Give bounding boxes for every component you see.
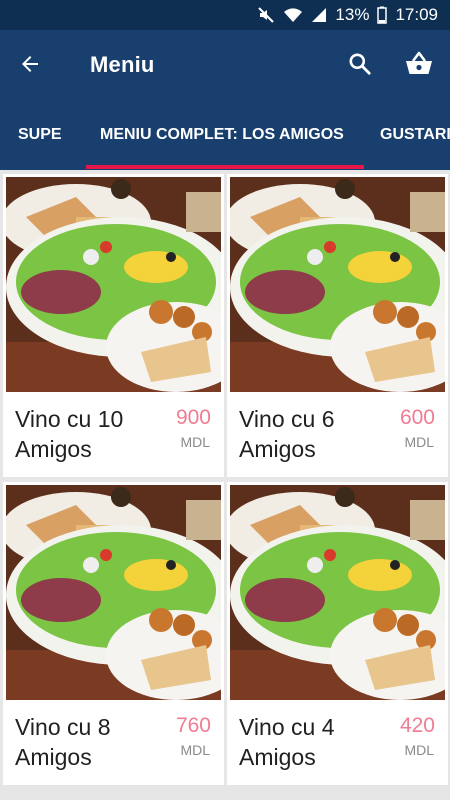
battery-icon	[377, 6, 388, 24]
arrow-back-icon	[18, 52, 42, 81]
battery-percentage: 13%	[335, 5, 370, 24]
tab-gustari[interactable]: GUSTARI	[380, 102, 450, 170]
item-price: 760	[175, 714, 211, 737]
status-icons: 13% 17:09	[257, 0, 438, 30]
item-currency: MDL	[180, 434, 210, 450]
item-name: Vino cu 4 Amigos	[239, 714, 335, 770]
item-currency: MDL	[180, 742, 210, 758]
basket-icon	[404, 50, 434, 83]
food-photo	[230, 177, 445, 392]
item-name: Vino cu 6 Amigos	[239, 406, 335, 462]
search-button[interactable]	[340, 46, 380, 86]
category-tabs: SUPE MENIU COMPLET: LOS AMIGOS GUSTARI	[0, 102, 450, 170]
cart-button[interactable]	[398, 46, 440, 86]
tab-indicator	[86, 165, 364, 169]
item-currency: MDL	[404, 742, 434, 758]
menu-item-card[interactable]: Vino cu 4 Amigos 420 MDL	[227, 482, 448, 785]
item-price: 900	[175, 406, 211, 429]
status-bar: 13% 17:09	[0, 0, 450, 30]
item-currency: MDL	[404, 434, 434, 450]
item-name: Vino cu 8 Amigos	[15, 714, 111, 770]
clock: 17:09	[395, 5, 438, 24]
item-price: 600	[399, 406, 435, 429]
food-photo	[6, 485, 221, 700]
menu-item-card[interactable]: Vino cu 6 Amigos 600 MDL	[227, 174, 448, 477]
mute-icon	[257, 6, 275, 24]
app-bar: Meniu	[0, 30, 450, 102]
wifi-icon	[283, 6, 303, 24]
item-price: 420	[399, 714, 435, 737]
search-icon	[347, 51, 373, 82]
menu-grid: Vino cu 10 Amigos 900 MDL Vino cu 6 Amig…	[0, 170, 450, 800]
page-title: Meniu	[90, 52, 155, 77]
tab-meniu-complet[interactable]: MENIU COMPLET: LOS AMIGOS	[100, 102, 344, 170]
menu-item-card[interactable]: Vino cu 10 Amigos 900 MDL	[3, 174, 224, 477]
food-photo	[230, 485, 445, 700]
menu-item-card[interactable]: Vino cu 8 Amigos 760 MDL	[3, 482, 224, 785]
food-photo	[6, 177, 221, 392]
signal-icon	[311, 6, 327, 24]
back-button[interactable]	[10, 46, 50, 86]
tab-supe[interactable]: SUPE	[18, 102, 62, 170]
item-name: Vino cu 10 Amigos	[15, 406, 124, 462]
